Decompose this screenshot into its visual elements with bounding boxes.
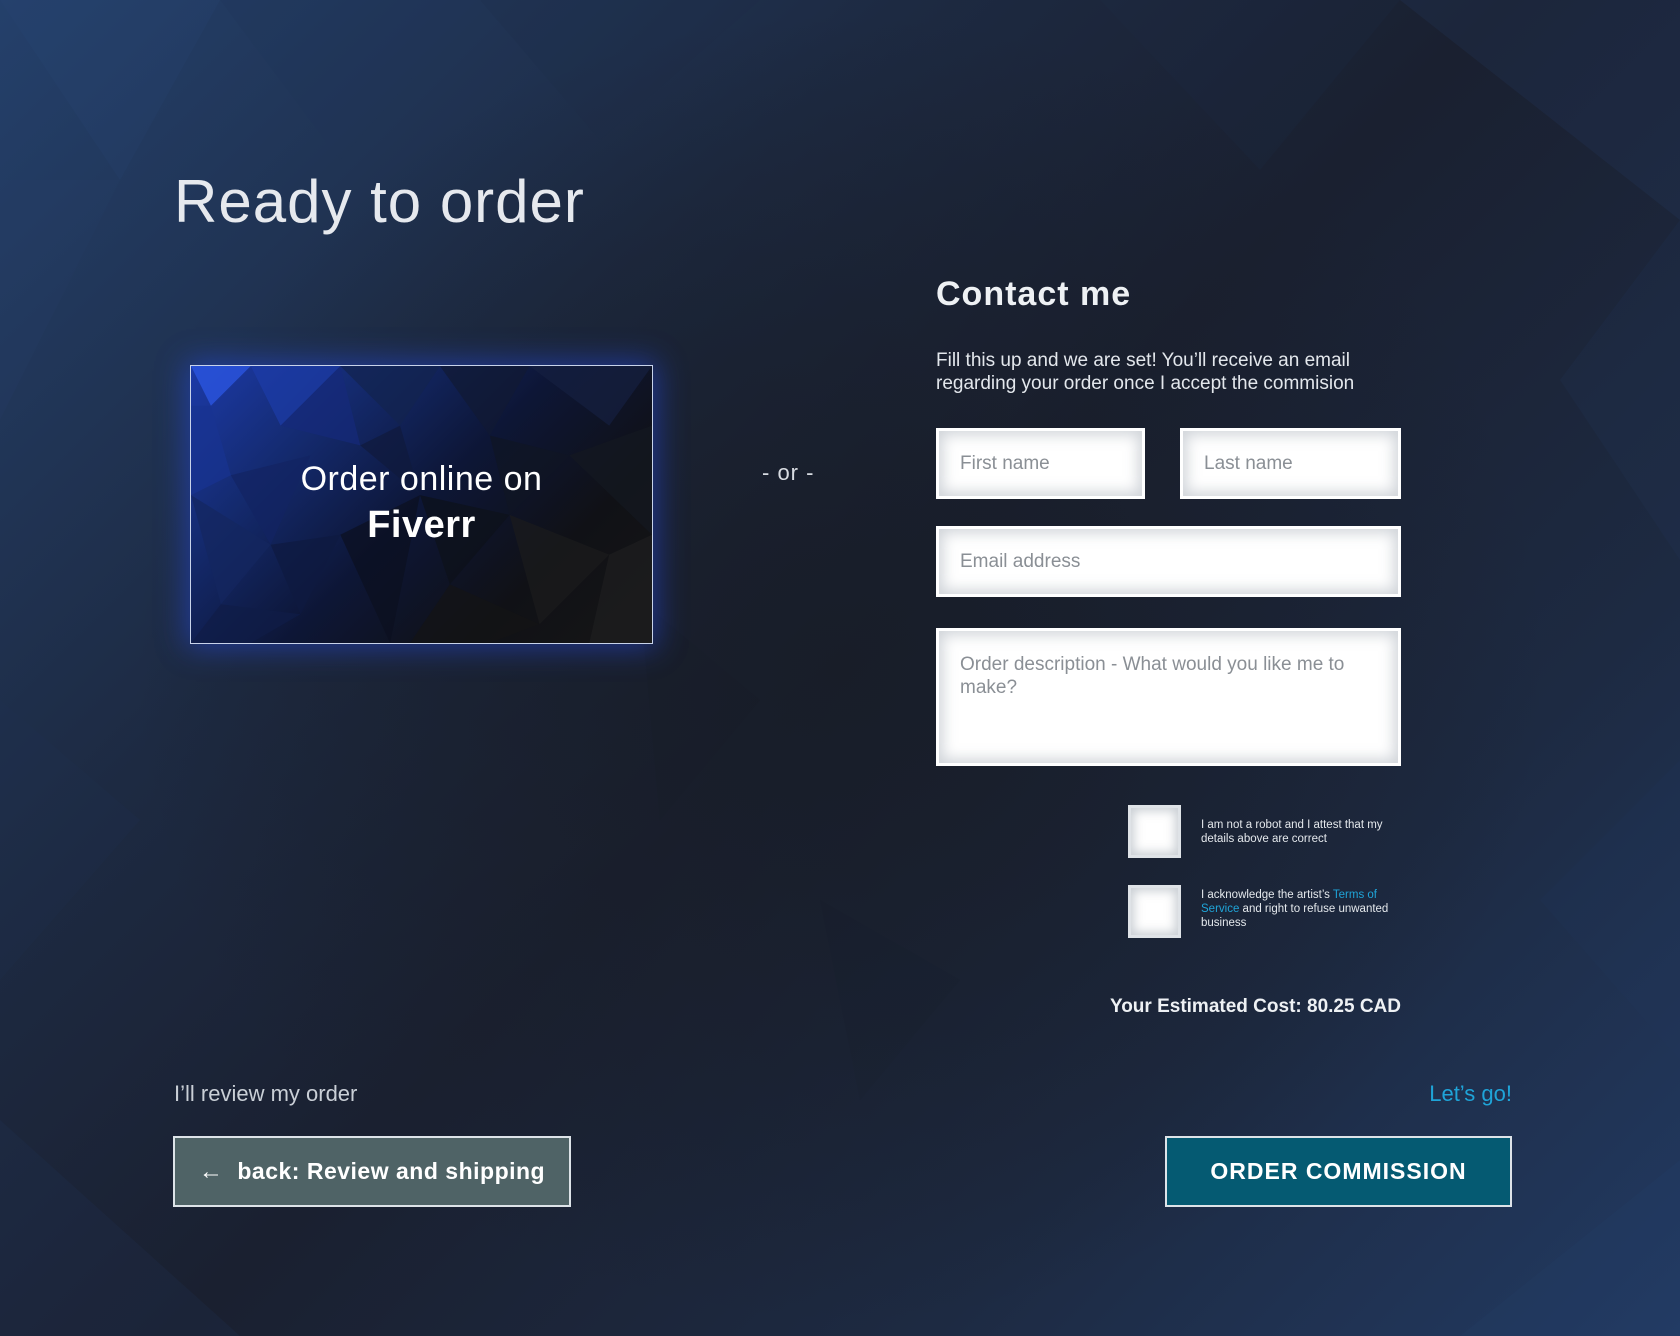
- left-arrow-icon: ←: [198, 1157, 224, 1185]
- review-order-label: I’ll review my order: [174, 1081, 358, 1106]
- estimated-cost: Your Estimated Cost: 80.25 CAD: [1109, 996, 1401, 1017]
- back-button-label: back: Review and shipping: [237, 1158, 546, 1184]
- page-title: Ready to order: [174, 168, 585, 235]
- email-input[interactable]: [936, 526, 1401, 597]
- contact-section-title: Contact me: [936, 275, 1132, 313]
- fiverr-card-line1: Order online on: [300, 460, 543, 498]
- or-divider: - or -: [762, 460, 815, 485]
- terms-label-prefix: I acknowledge the artist’s: [1201, 889, 1333, 901]
- first-name-input[interactable]: [936, 428, 1145, 499]
- last-name-input[interactable]: [1180, 428, 1401, 499]
- robot-check-row: I am not a robot and I attest that my de…: [1128, 805, 1401, 858]
- robot-checkbox[interactable]: [1128, 805, 1181, 858]
- fiverr-card-text: Order online on Fiverr: [191, 456, 652, 548]
- terms-checkbox[interactable]: [1128, 885, 1181, 938]
- order-description-input[interactable]: [936, 628, 1401, 766]
- fiverr-card-line2: Fiverr: [367, 504, 476, 546]
- contact-intro-text: Fill this up and we are set! You’ll rece…: [936, 350, 1355, 394]
- lets-go-label: Let’s go!: [1429, 1081, 1512, 1106]
- terms-check-label: I acknowledge the artist’s Terms of Serv…: [1201, 885, 1401, 930]
- robot-check-label: I am not a robot and I attest that my de…: [1201, 819, 1383, 845]
- terms-check-row: I acknowledge the artist’s Terms of Serv…: [1128, 885, 1401, 938]
- fiverr-order-card[interactable]: Order online on Fiverr: [190, 365, 653, 644]
- back-review-shipping-button[interactable]: ← back: Review and shipping: [173, 1136, 571, 1207]
- order-commission-button[interactable]: ORDER COMMISSION: [1165, 1136, 1512, 1207]
